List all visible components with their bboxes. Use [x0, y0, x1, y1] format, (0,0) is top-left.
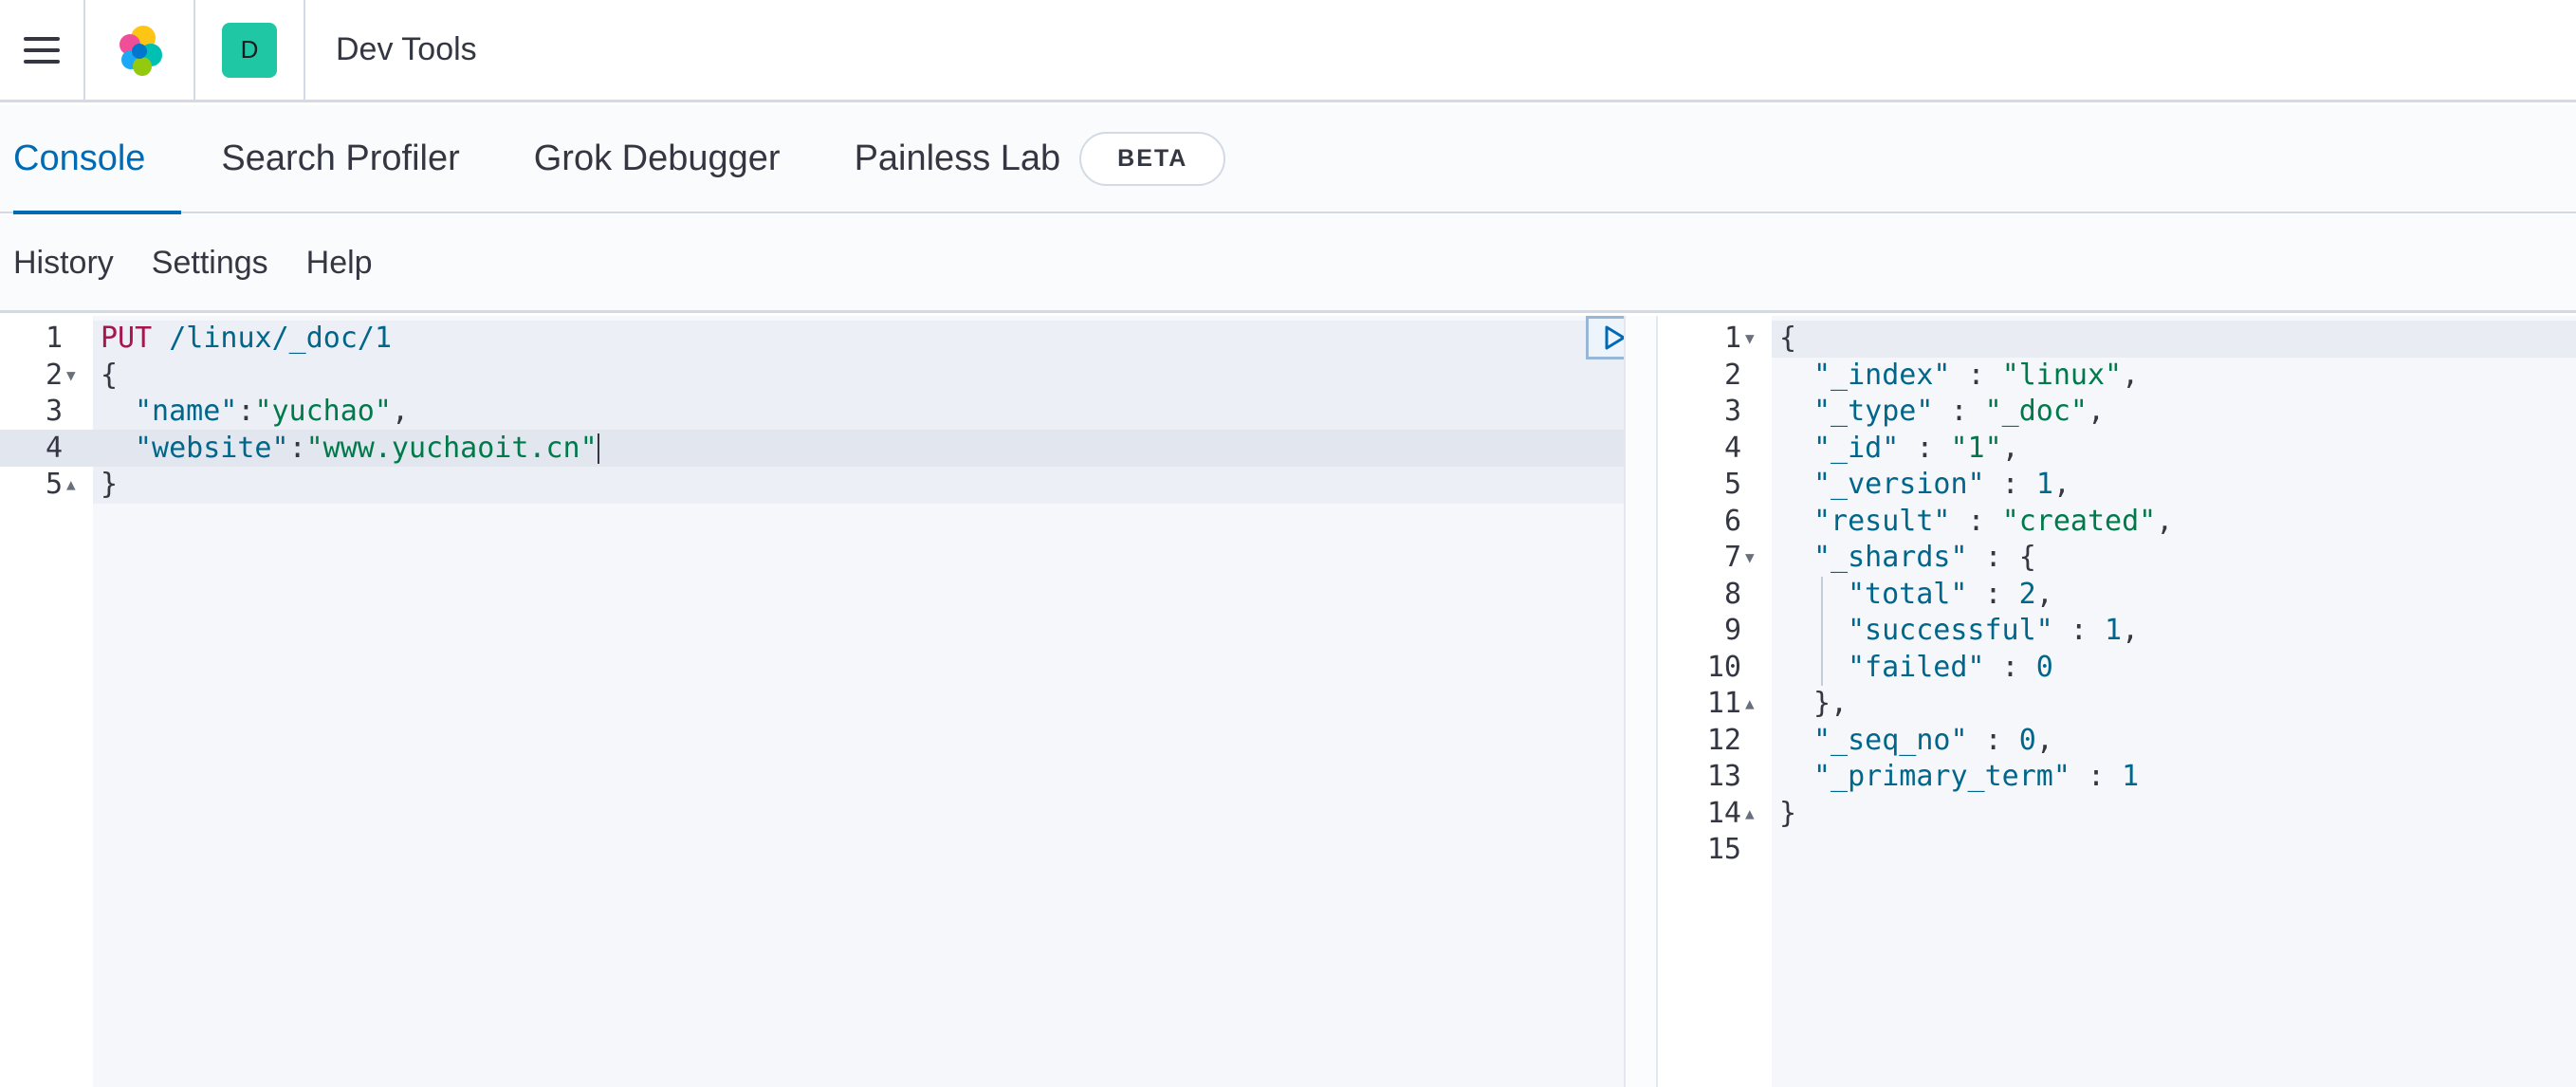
response-editor: 1 ▼ 2 3 4 5 6 7 ▼ 8 9 10 11 ▲ 12 13 14 ▲ 15 {"_index" : "l…	[1658, 316, 2576, 1087]
settings-link[interactable]: Settings	[152, 245, 268, 282]
line-number: 4	[1723, 431, 1741, 465]
history-link[interactable]: History	[13, 245, 114, 282]
space-selector[interactable]: D	[195, 0, 305, 101]
code-line: "_version" : 1,	[1813, 468, 2070, 501]
code-line: },	[1813, 687, 1849, 720]
line-number: 5	[45, 468, 63, 501]
tab-grok-debugger-label: Grok Debugger	[533, 138, 781, 178]
code-line: "total" : 2,	[1848, 577, 2053, 611]
response-gutter: 1 ▼ 2 3 4 5 6 7 ▼ 8 9 10 11 ▲ 12 13 14 ▲ 15	[1658, 316, 1772, 1087]
code-line: "_primary_term" : 1	[1813, 760, 2140, 793]
line-number: 9	[1723, 614, 1741, 647]
request-code[interactable]: PUT /linux/_doc/1 { "name":"yuchao", "we…	[93, 316, 1682, 1087]
hamburger-icon	[24, 36, 60, 64]
code-line: {	[101, 358, 119, 392]
code-line: "_index" : "linux",	[1813, 358, 2140, 392]
code-line: "website":"www.yuchaoit.cn"	[135, 431, 599, 465]
fold-caret-up-icon[interactable]: ▲	[66, 467, 76, 504]
elastic-logo-link[interactable]	[85, 0, 195, 101]
code-line: "name":"yuchao",	[135, 395, 409, 428]
fold-caret-down-icon[interactable]: ▼	[1745, 540, 1755, 577]
line-number: 1	[45, 322, 63, 355]
indent-guide	[1821, 576, 1823, 686]
line-number: 6	[1723, 504, 1741, 538]
text-cursor	[597, 433, 599, 464]
tab-search-profiler-label: Search Profiler	[221, 138, 460, 178]
line-number: 15	[1706, 833, 1741, 866]
code-line: }	[1779, 796, 1797, 830]
devtools-tabs: Console Search Profiler Grok Debugger Pa…	[0, 104, 2576, 214]
request-gutter: 1 2 ▼ 3 4 5 ▲	[0, 316, 93, 1087]
console-menu: History Settings Help	[0, 215, 2576, 313]
elastic-logo-icon	[120, 25, 162, 76]
line-number: 10	[1706, 650, 1741, 684]
line-number: 3	[45, 395, 63, 428]
app-header: D Dev Tools	[0, 0, 2576, 102]
line-number: 8	[1723, 577, 1741, 611]
line-number: 2	[1723, 358, 1741, 392]
menu-toggle-button[interactable]	[0, 0, 85, 101]
beta-badge: BETA	[1079, 131, 1226, 186]
space-avatar: D	[222, 22, 277, 78]
line-number: 7	[1723, 541, 1741, 574]
fold-caret-up-icon[interactable]: ▲	[1745, 796, 1755, 833]
line-number: 4	[45, 431, 63, 465]
help-link[interactable]: Help	[306, 245, 373, 282]
tab-painless-lab[interactable]: Painless Lab BETA	[855, 104, 1226, 212]
line-number: 11	[1706, 687, 1741, 720]
fold-caret-up-icon[interactable]: ▲	[1745, 686, 1755, 723]
code-line: PUT /linux/_doc/1	[101, 322, 393, 355]
code-line: "_seq_no" : 0,	[1813, 723, 2053, 757]
tab-console-label: Console	[13, 138, 146, 178]
tab-search-profiler[interactable]: Search Profiler	[221, 104, 459, 212]
line-number: 2	[45, 358, 63, 392]
pane-resizer[interactable]	[1624, 316, 1658, 1087]
code-line: "failed" : 0	[1848, 650, 2053, 684]
line-number: 3	[1723, 395, 1741, 428]
code-line: "_shards" : {	[1813, 541, 2036, 574]
request-editor[interactable]: 1 2 ▼ 3 4 5 ▲ PUT /linux/_doc/1 { "name"…	[0, 316, 1682, 1087]
response-code: { "_index" : "linux", "_type" : "_doc", "_i…	[1772, 316, 2576, 1087]
fold-caret-down-icon[interactable]: ▼	[1745, 321, 1755, 358]
code-line: "result" : "created",	[1813, 504, 2174, 538]
code-line: "_id" : "1",	[1813, 431, 2019, 465]
line-number: 13	[1706, 760, 1741, 793]
line-number: 5	[1723, 468, 1741, 501]
line-number: 1	[1723, 322, 1741, 355]
tab-painless-lab-label: Painless Lab	[854, 138, 1061, 178]
code-line: "_type" : "_doc",	[1813, 395, 2106, 428]
tab-console[interactable]: Console	[13, 104, 182, 214]
code-line: }	[101, 468, 119, 501]
fold-caret-down-icon[interactable]: ▼	[66, 358, 76, 395]
line-number: 12	[1706, 723, 1741, 757]
code-line: {	[1779, 322, 1797, 355]
page-title: Dev Tools	[336, 31, 477, 67]
code-line: "successful" : 1,	[1848, 614, 2140, 647]
tab-grok-debugger[interactable]: Grok Debugger	[534, 104, 781, 212]
line-number: 14	[1706, 796, 1741, 830]
